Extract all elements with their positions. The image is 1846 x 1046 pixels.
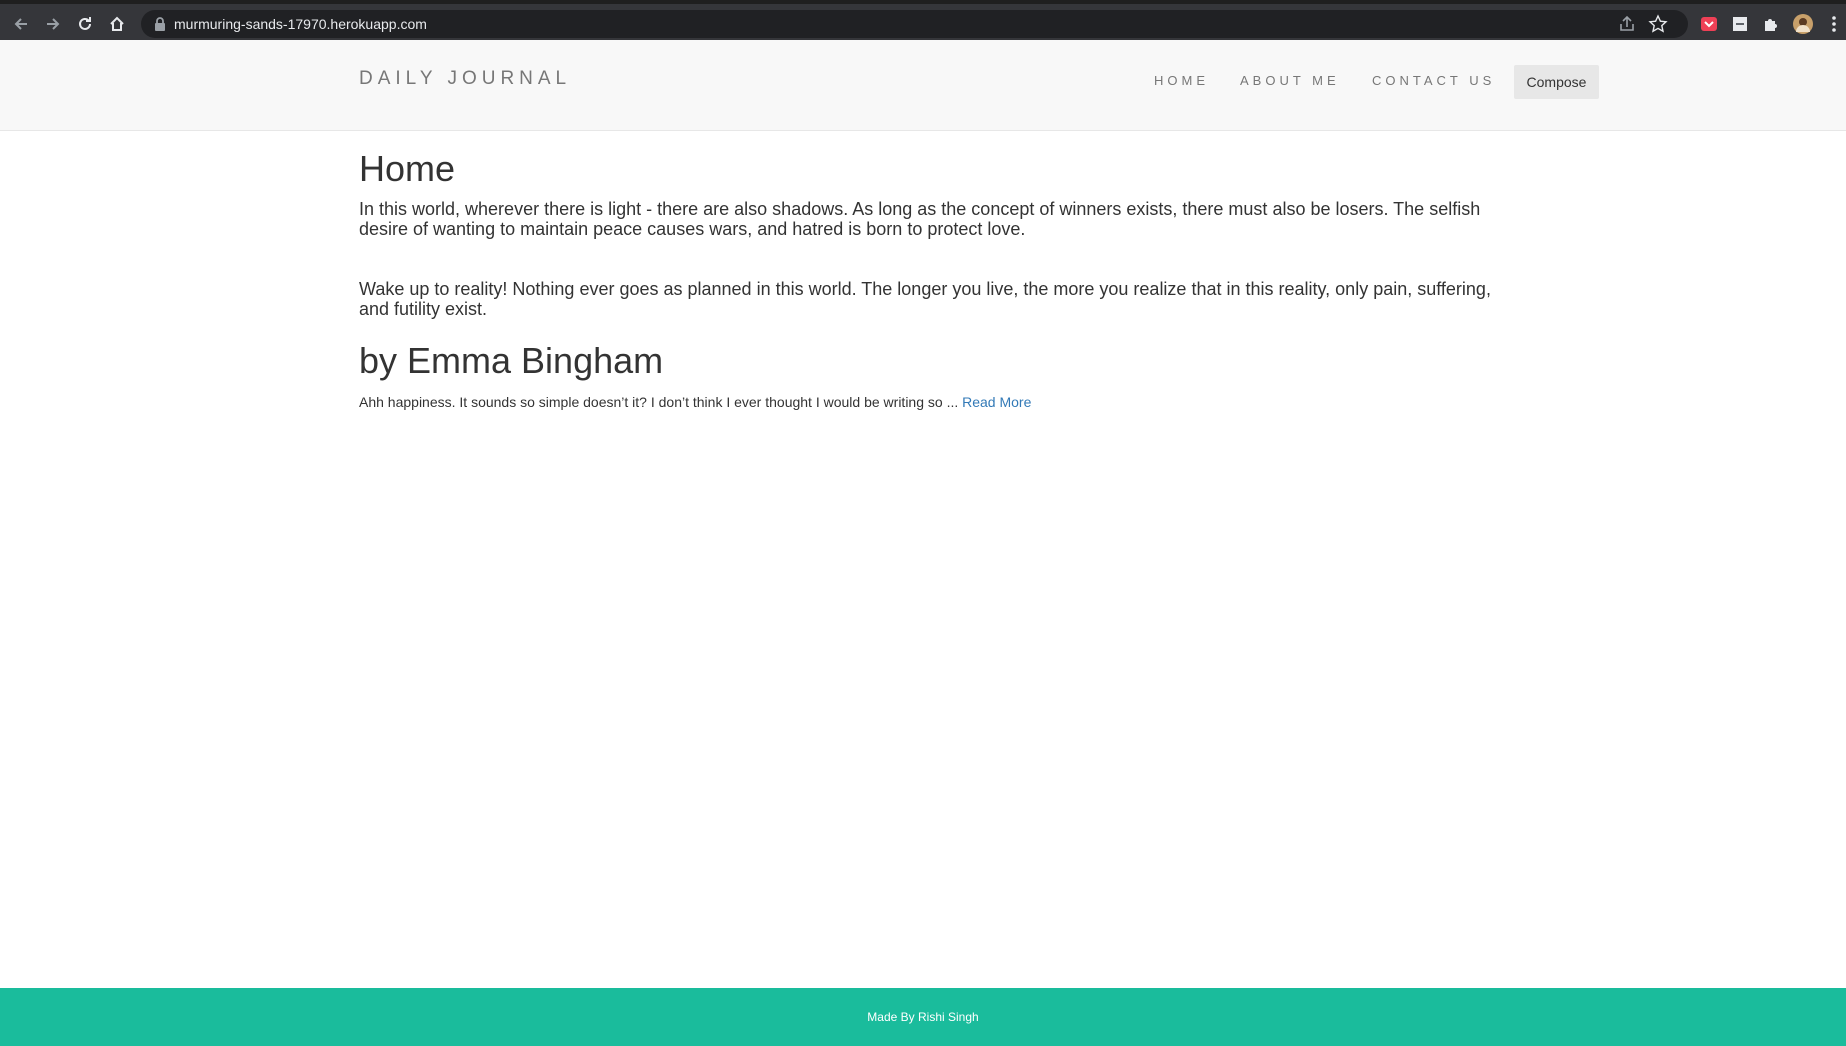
- nav-contact-link[interactable]: CONTACT US: [1372, 73, 1495, 88]
- profile-avatar-icon[interactable]: [1793, 14, 1813, 34]
- site-footer: Made By Rishi Singh: [0, 988, 1846, 1046]
- compose-button[interactable]: Compose: [1514, 65, 1599, 99]
- star-icon[interactable]: [1648, 14, 1668, 34]
- reload-icon[interactable]: [74, 13, 96, 35]
- extensions-puzzle-icon[interactable]: [1761, 14, 1781, 34]
- home-paragraph: In this world, wherever there is light -…: [359, 198, 1481, 239]
- page-extension-icon[interactable]: [1730, 14, 1750, 34]
- lock-icon[interactable]: [153, 16, 167, 32]
- url-text[interactable]: murmuring-sands-17970.herokuapp.com: [174, 16, 427, 32]
- read-more-link[interactable]: Read More: [962, 394, 1031, 410]
- brand-logo-text[interactable]: DAILY JOURNAL: [359, 68, 571, 90]
- site-navbar: DAILY JOURNAL HOME ABOUT ME CONTACT US C…: [0, 40, 1846, 131]
- browser-toolbar: murmuring-sands-17970.herokuapp.com: [0, 0, 1846, 40]
- back-arrow-icon[interactable]: [10, 13, 32, 35]
- post-excerpt: Ahh happiness. It sounds so simple doesn…: [359, 394, 1499, 410]
- pocket-extension-icon[interactable]: [1699, 14, 1719, 34]
- nav-home-link[interactable]: HOME: [1154, 73, 1209, 88]
- main-content: Home In this world, wherever there is li…: [359, 131, 1499, 410]
- address-bar[interactable]: murmuring-sands-17970.herokuapp.com: [141, 10, 1688, 38]
- home-paragraph: Wake up to reality! Nothing ever goes as…: [359, 278, 1491, 319]
- footer-credit: Made By Rishi Singh: [867, 1010, 979, 1024]
- post-excerpt-text: Ahh happiness. It sounds so simple doesn…: [359, 394, 963, 411]
- nav-about-link[interactable]: ABOUT ME: [1240, 73, 1340, 88]
- page-title: Home: [359, 148, 456, 189]
- home-icon[interactable]: [106, 13, 128, 35]
- forward-arrow-icon[interactable]: [42, 13, 64, 35]
- share-icon[interactable]: [1617, 14, 1637, 34]
- post-title: by Emma Bingham: [359, 339, 664, 381]
- menu-kebab-icon[interactable]: [1824, 14, 1844, 34]
